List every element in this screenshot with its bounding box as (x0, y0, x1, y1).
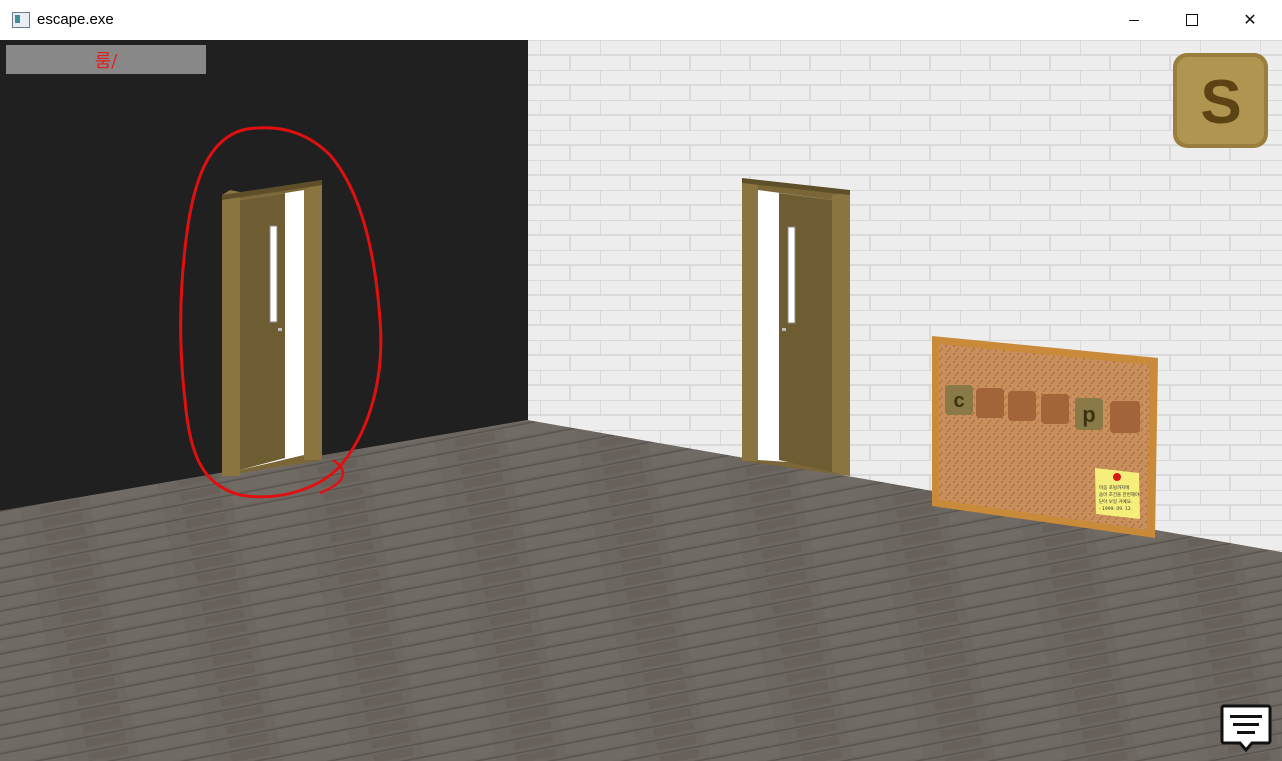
maximize-icon (1186, 14, 1198, 26)
corkboard-tile-letter: c (953, 390, 964, 412)
save-icon: S (1200, 68, 1241, 137)
location-label: 룸/ (6, 45, 206, 74)
corkboard-tile-4[interactable] (1041, 394, 1069, 424)
game-viewport[interactable]: c p 마음 포털까지에 숨어 조건을 한번해야 닫아 보일 거예요. - 19… (0, 40, 1282, 761)
app-icon (12, 12, 30, 28)
note-line-1: 마음 포털까지에 (1099, 484, 1129, 491)
window-titlebar: escape.exe ✕ (0, 0, 1282, 40)
close-button[interactable]: ✕ (1221, 0, 1279, 40)
sticky-note[interactable]: 마음 포털까지에 숨어 조건을 한번해야 닫아 보일 거예요. - 1999. … (1095, 468, 1140, 519)
note-line-2: 숨어 조건을 한번해야 (1099, 491, 1139, 498)
corkboard-tile-6[interactable] (1110, 401, 1140, 433)
note-line-4: - 1999. 09. 12. (1099, 506, 1132, 512)
corkboard-tile-letter: p (1082, 402, 1095, 427)
room-scene: c p 마음 포털까지에 숨어 조건을 한번해야 닫아 보일 거예요. - 19… (0, 40, 1282, 761)
left-door[interactable] (222, 180, 322, 476)
corkboard-tile-5[interactable]: p (1075, 398, 1103, 430)
chat-button[interactable] (1220, 703, 1272, 753)
maximize-button[interactable] (1163, 0, 1221, 40)
minimize-icon (1129, 19, 1139, 21)
note-line-3: 닫아 보일 거예요. (1099, 498, 1132, 505)
chat-icon (1220, 704, 1272, 753)
corkboard-tile-2[interactable] (976, 388, 1004, 418)
corkboard-tile-3[interactable] (1008, 391, 1036, 421)
window-title: escape.exe (37, 11, 114, 28)
close-icon: ✕ (1243, 12, 1257, 29)
minimize-button[interactable] (1105, 0, 1163, 40)
middle-door[interactable] (742, 178, 850, 476)
save-button[interactable]: S (1171, 51, 1270, 150)
corkboard-tile-1[interactable]: c (945, 385, 973, 415)
corkboard[interactable]: c p 마음 포털까지에 숨어 조건을 한번해야 닫아 보일 거예요. - 19… (932, 336, 1158, 538)
